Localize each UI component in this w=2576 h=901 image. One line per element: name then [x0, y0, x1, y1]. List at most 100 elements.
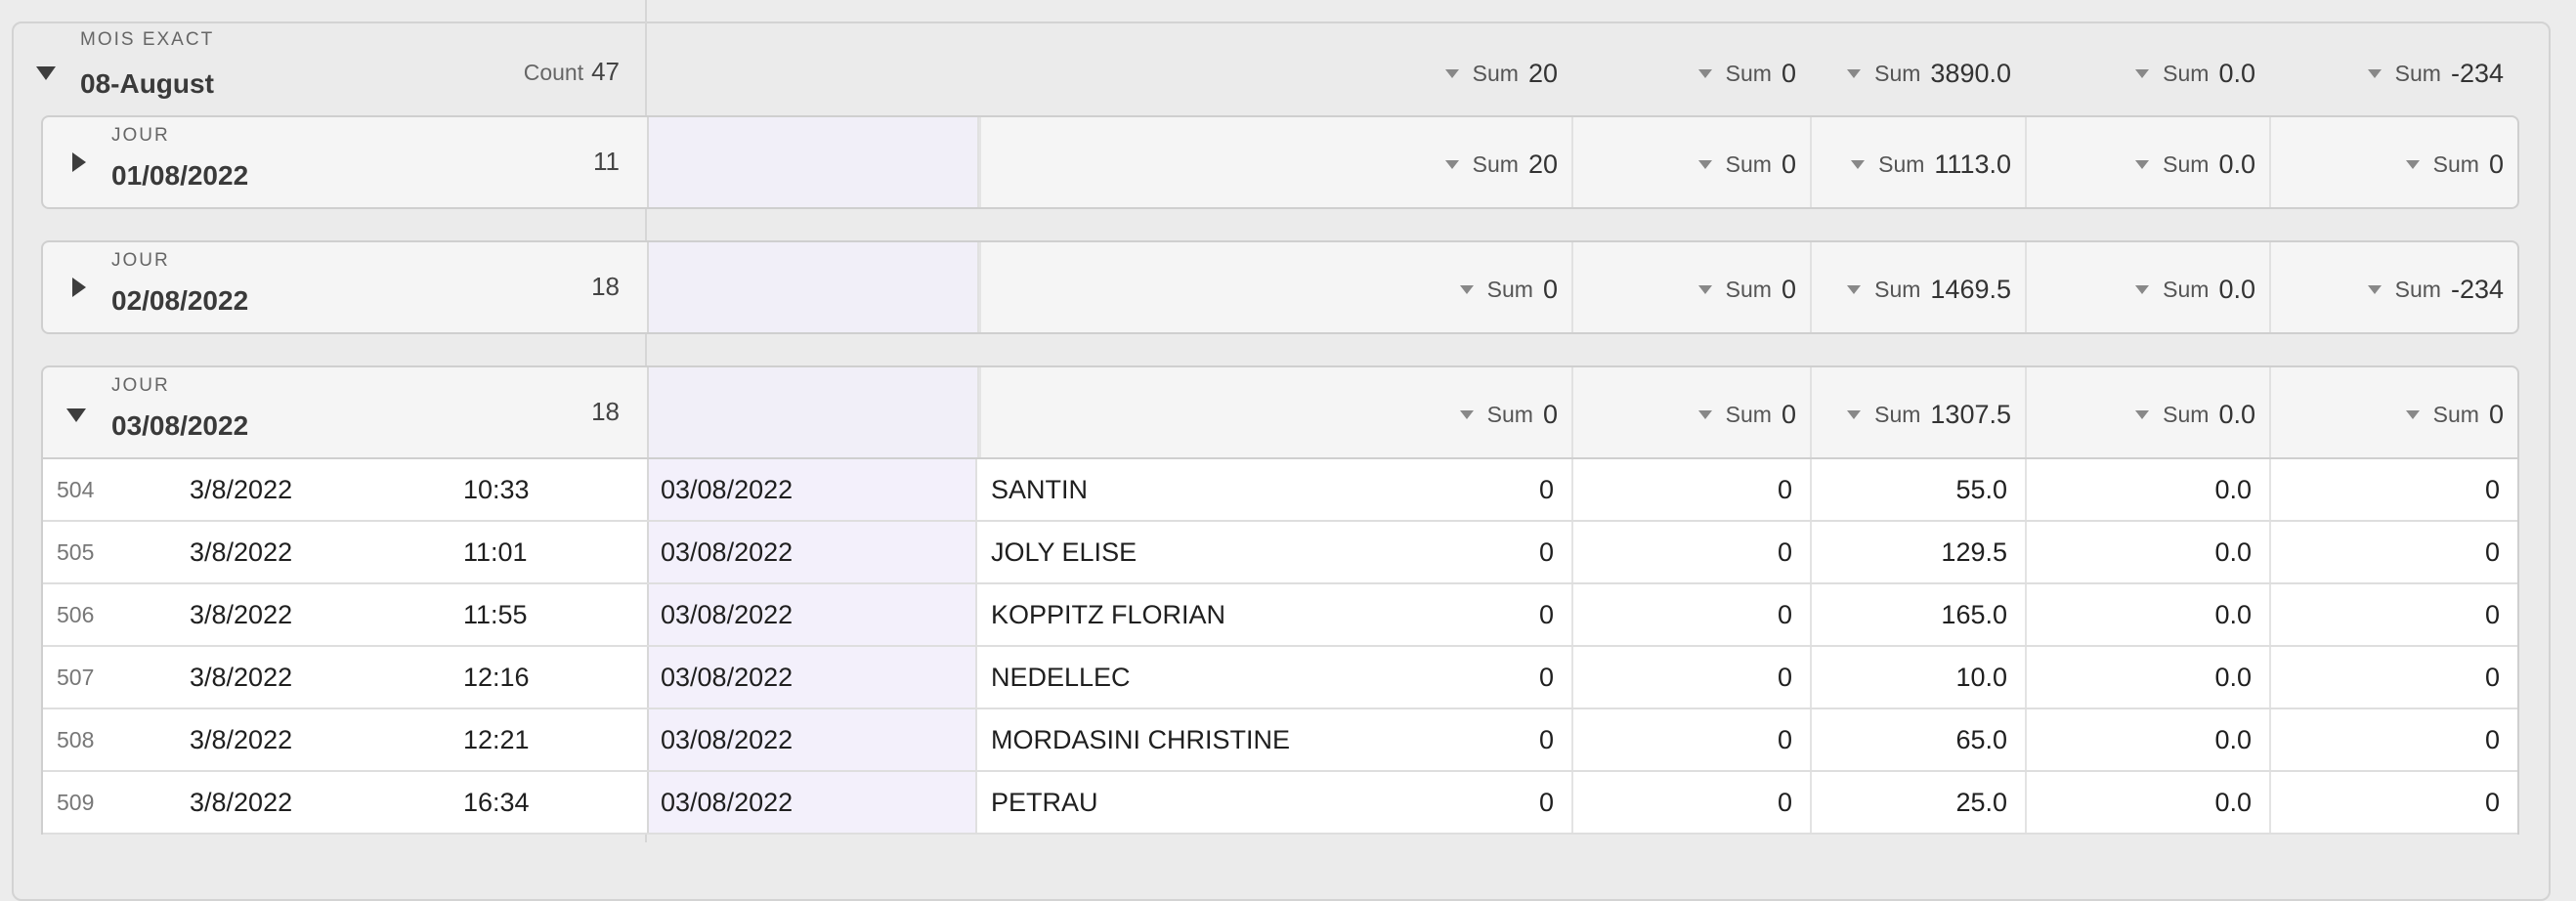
cell-date[interactable]: 3/8/2022 — [190, 459, 292, 520]
sum-cell[interactable]: Sum 0 — [2405, 395, 2504, 434]
table-row[interactable]: 505 3/8/2022 11:01 03/08/2022 JOLY ELISE 0 0 12… — [43, 522, 2517, 584]
cell-value-3[interactable]: 25.0 — [1955, 772, 2007, 833]
cell-value-1[interactable]: 0 — [1539, 584, 1554, 645]
sum-cell[interactable]: Sum 20 — [1444, 145, 1558, 184]
cell-value-3[interactable]: 129.5 — [1941, 522, 2007, 582]
cell-value-4[interactable]: 0.0 — [2214, 584, 2252, 645]
cell-value-2[interactable]: 0 — [1778, 647, 1792, 708]
cell-value-5[interactable]: 0 — [2485, 584, 2500, 645]
cell-value-2[interactable]: 0 — [1778, 459, 1792, 520]
cell-date[interactable]: 3/8/2022 — [190, 584, 292, 645]
table-row[interactable]: 508 3/8/2022 12:21 03/08/2022 MORDASINI CHRI… — [43, 709, 2517, 772]
sum-cell[interactable]: Sum 1469.5 — [1847, 270, 2011, 309]
row-number[interactable]: 509 — [57, 772, 94, 833]
cell-value-1[interactable]: 0 — [1539, 709, 1554, 770]
cell-value-1[interactable]: 0 — [1539, 522, 1554, 582]
cell-client[interactable]: MORDASINI CHRISTINE — [991, 709, 1290, 770]
sum-cell[interactable]: Sum 0 — [1697, 145, 1796, 184]
cell-jour[interactable]: 03/08/2022 — [647, 459, 977, 520]
cell-time[interactable]: 12:21 — [463, 709, 530, 770]
cell-date[interactable]: 3/8/2022 — [190, 709, 292, 770]
dropdown-arrow-icon[interactable] — [2135, 159, 2150, 169]
cell-date[interactable]: 3/8/2022 — [190, 772, 292, 833]
sum-cell[interactable]: Sum 20 — [1444, 54, 1558, 93]
expand-triangle-icon[interactable] — [72, 152, 86, 172]
dropdown-arrow-icon[interactable] — [2135, 409, 2150, 419]
table-row[interactable]: 506 3/8/2022 11:55 03/08/2022 KOPPITZ FLORIA… — [43, 584, 2517, 647]
dropdown-arrow-icon[interactable] — [2135, 284, 2150, 294]
sum-cell[interactable]: Sum 1307.5 — [1847, 395, 2011, 434]
cell-value-4[interactable]: 0.0 — [2214, 772, 2252, 833]
expand-triangle-icon[interactable] — [72, 278, 86, 297]
table-row[interactable]: 504 3/8/2022 10:33 03/08/2022 SANTIN 0 0 55.0 0.… — [43, 459, 2517, 522]
dropdown-arrow-icon[interactable] — [1847, 409, 1862, 419]
sum-cell[interactable]: Sum 0 — [1697, 270, 1796, 309]
dropdown-arrow-icon[interactable] — [1444, 159, 1459, 169]
dropdown-arrow-icon[interactable] — [2405, 159, 2420, 169]
sum-cell[interactable]: Sum 0 — [1697, 54, 1796, 93]
cell-jour[interactable]: 03/08/2022 — [647, 584, 977, 645]
cell-value-3[interactable]: 55.0 — [1955, 459, 2007, 520]
cell-time[interactable]: 10:33 — [463, 459, 530, 520]
dropdown-arrow-icon[interactable] — [1459, 284, 1474, 294]
cell-client[interactable]: KOPPITZ FLORIAN — [991, 584, 1225, 645]
cell-client[interactable]: JOLY ELISE — [991, 522, 1137, 582]
sum-cell[interactable]: Sum 0.0 — [2135, 145, 2255, 184]
dropdown-arrow-icon[interactable] — [1697, 284, 1712, 294]
dropdown-arrow-icon[interactable] — [1847, 68, 1862, 78]
cell-time[interactable]: 16:34 — [463, 772, 530, 833]
dropdown-arrow-icon[interactable] — [2405, 409, 2420, 419]
cell-value-2[interactable]: 0 — [1778, 709, 1792, 770]
cell-jour[interactable]: 03/08/2022 — [647, 709, 977, 770]
dropdown-arrow-icon[interactable] — [1444, 68, 1459, 78]
table-row[interactable]: 509 3/8/2022 16:34 03/08/2022 PETRAU 0 0 25.0 0.… — [43, 772, 2517, 835]
sum-cell[interactable]: Sum 0.0 — [2135, 395, 2255, 434]
table-row[interactable]: 507 3/8/2022 12:16 03/08/2022 NEDELLEC 0 0 10.0… — [43, 647, 2517, 709]
cell-value-1[interactable]: 0 — [1539, 772, 1554, 833]
cell-value-4[interactable]: 0.0 — [2214, 522, 2252, 582]
sum-cell[interactable]: Sum 0 — [2405, 145, 2504, 184]
cell-time[interactable]: 11:55 — [463, 584, 528, 645]
row-number[interactable]: 506 — [57, 584, 94, 645]
cell-value-5[interactable]: 0 — [2485, 647, 2500, 708]
sum-cell[interactable]: Sum -234 — [2367, 270, 2504, 309]
dropdown-arrow-icon[interactable] — [1847, 284, 1862, 294]
sum-cell[interactable]: Sum 0 — [1697, 395, 1796, 434]
cell-client[interactable]: NEDELLEC — [991, 647, 1131, 708]
sum-cell[interactable]: Sum 0.0 — [2135, 54, 2255, 93]
sum-cell[interactable]: Sum -234 — [2367, 54, 2504, 93]
collapse-triangle-icon[interactable] — [66, 408, 86, 422]
cell-jour[interactable]: 03/08/2022 — [647, 522, 977, 582]
cell-value-1[interactable]: 0 — [1539, 459, 1554, 520]
cell-time[interactable]: 11:01 — [463, 522, 528, 582]
sum-cell[interactable]: Sum 0.0 — [2135, 270, 2255, 309]
dropdown-arrow-icon[interactable] — [1697, 159, 1712, 169]
cell-value-3[interactable]: 65.0 — [1955, 709, 2007, 770]
dropdown-arrow-icon[interactable] — [1851, 159, 1866, 169]
cell-jour[interactable]: 03/08/2022 — [647, 647, 977, 708]
sum-cell[interactable]: Sum 1113.0 — [1851, 145, 2011, 184]
dropdown-arrow-icon[interactable] — [1459, 409, 1474, 419]
dropdown-arrow-icon[interactable] — [2135, 68, 2150, 78]
cell-value-2[interactable]: 0 — [1778, 522, 1792, 582]
row-number[interactable]: 507 — [57, 647, 94, 708]
cell-value-2[interactable]: 0 — [1778, 584, 1792, 645]
cell-value-4[interactable]: 0.0 — [2214, 709, 2252, 770]
collapse-triangle-icon[interactable] — [36, 66, 56, 80]
cell-value-1[interactable]: 0 — [1539, 647, 1554, 708]
cell-value-4[interactable]: 0.0 — [2214, 647, 2252, 708]
cell-time[interactable]: 12:16 — [463, 647, 530, 708]
cell-date[interactable]: 3/8/2022 — [190, 647, 292, 708]
cell-client[interactable]: SANTIN — [991, 459, 1088, 520]
row-number[interactable]: 504 — [57, 459, 94, 520]
cell-value-4[interactable]: 0.0 — [2214, 459, 2252, 520]
cell-value-5[interactable]: 0 — [2485, 709, 2500, 770]
cell-value-5[interactable]: 0 — [2485, 772, 2500, 833]
cell-date[interactable]: 3/8/2022 — [190, 522, 292, 582]
sum-cell[interactable]: Sum 0 — [1459, 395, 1558, 434]
dropdown-arrow-icon[interactable] — [2367, 284, 2382, 294]
dropdown-arrow-icon[interactable] — [2367, 68, 2382, 78]
cell-value-3[interactable]: 10.0 — [1955, 647, 2007, 708]
cell-value-2[interactable]: 0 — [1778, 772, 1792, 833]
row-number[interactable]: 508 — [57, 709, 94, 770]
